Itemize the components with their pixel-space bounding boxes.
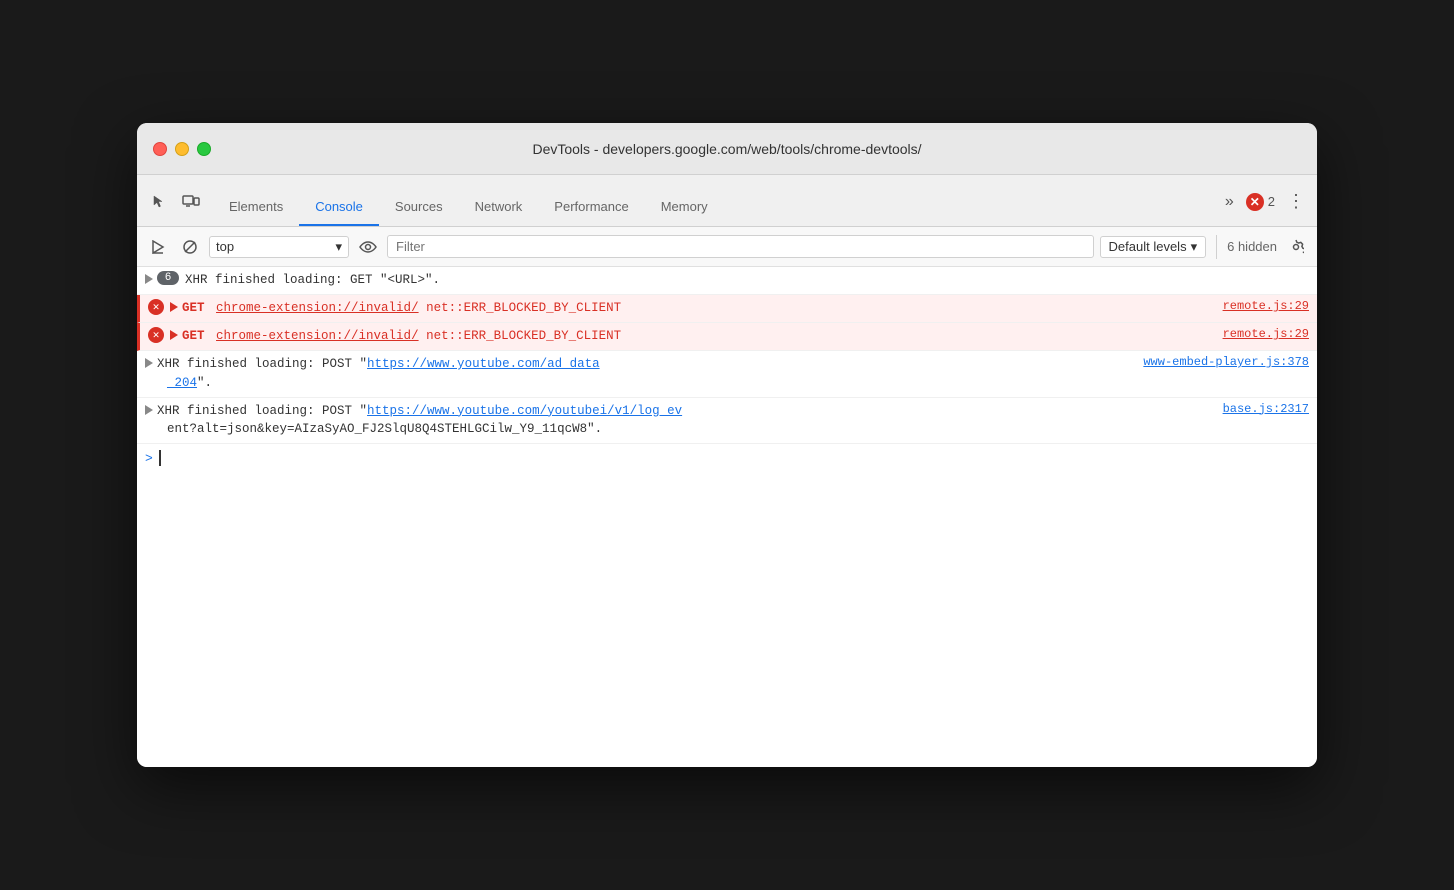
err1-method: GET: [182, 301, 205, 315]
tab-network[interactable]: Network: [459, 191, 539, 226]
clear-console-button[interactable]: [177, 234, 203, 260]
expand-arrow-err2[interactable]: [170, 330, 178, 340]
xhr3-continuation: ent?alt=json&key=AIzaSyAO_FJ2SlqU8Q4STEH…: [145, 420, 1309, 439]
traffic-lights: [153, 142, 211, 156]
err1-source[interactable]: remote.js:29: [1207, 299, 1309, 313]
err2-method: GET: [182, 329, 205, 343]
execute-script-button[interactable]: [145, 234, 171, 260]
console-cursor[interactable]: [159, 450, 161, 466]
tab-elements[interactable]: Elements: [213, 191, 299, 226]
live-expressions-button[interactable]: [355, 234, 381, 260]
tab-bar: Elements Console Sources Network Perform…: [137, 175, 1317, 227]
tab-bar-left-icons: [145, 188, 205, 226]
block-icon: [182, 239, 198, 255]
device-toolbar-button[interactable]: [177, 188, 205, 216]
xhr2-source[interactable]: www-embed-player.js:378: [1127, 355, 1309, 369]
more-tabs-button[interactable]: »: [1221, 189, 1238, 215]
error-icon: ✕: [1246, 193, 1264, 211]
context-selector[interactable]: top ▾: [209, 236, 349, 258]
err1-icon: ✕: [148, 299, 164, 315]
close-button[interactable]: [153, 142, 167, 156]
window-title: DevTools - developers.google.com/web/too…: [532, 141, 921, 157]
console-input-line: >: [137, 444, 1317, 472]
title-bar: DevTools - developers.google.com/web/too…: [137, 123, 1317, 175]
toolbar-divider: [1216, 235, 1217, 259]
gear-icon: [1288, 239, 1304, 255]
devtools-window: DevTools - developers.google.com/web/too…: [137, 123, 1317, 767]
tab-sources[interactable]: Sources: [379, 191, 459, 226]
log-levels-button[interactable]: Default levels ▾: [1100, 236, 1207, 258]
err1-url[interactable]: chrome-extension://invalid/: [216, 301, 419, 315]
log-entry-err2: ✕ GET chrome-extension://invalid/ net::E…: [137, 323, 1317, 351]
expand-arrow-err1[interactable]: [170, 302, 178, 312]
context-arrow: ▾: [335, 239, 342, 255]
inspect-element-button[interactable]: [145, 188, 173, 216]
tab-performance[interactable]: Performance: [538, 191, 644, 226]
minimize-button[interactable]: [175, 142, 189, 156]
console-toolbar: top ▾ Default levels ▾ 6 hidden: [137, 227, 1317, 267]
console-prompt: >: [145, 451, 153, 466]
xhr3-text: XHR finished loading: POST "https://www.…: [157, 402, 1207, 421]
cursor-icon: [151, 194, 167, 210]
expand-arrow-xhr2[interactable]: [145, 358, 153, 368]
err2-msg: net::ERR_BLOCKED_BY_CLIENT: [426, 329, 621, 343]
err2-url[interactable]: chrome-extension://invalid/: [216, 329, 419, 343]
xhr3-source[interactable]: base.js:2317: [1207, 402, 1309, 416]
expand-arrow-xhr3[interactable]: [145, 405, 153, 415]
maximize-button[interactable]: [197, 142, 211, 156]
eye-icon: [359, 240, 377, 254]
xhr2-url[interactable]: https://www.youtube.com/ad_data: [367, 357, 600, 371]
more-options-button[interactable]: ⋮: [1283, 187, 1309, 216]
xhr1-badge: 6: [157, 271, 179, 285]
xhr2-text: XHR finished loading: POST "https://www.…: [157, 355, 1127, 374]
err1-text: GET chrome-extension://invalid/ net::ERR…: [182, 299, 1207, 318]
hidden-count: 6 hidden: [1227, 239, 1277, 254]
console-settings-button[interactable]: [1283, 234, 1309, 260]
log-entry-xhr3: XHR finished loading: POST "https://www.…: [137, 398, 1317, 445]
tabs-list: Elements Console Sources Network Perform…: [213, 191, 1221, 226]
tab-memory[interactable]: Memory: [645, 191, 724, 226]
err2-icon: ✕: [148, 327, 164, 343]
xhr1-text: XHR finished loading: GET "<URL>".: [185, 271, 1309, 290]
error-count: 2: [1268, 194, 1275, 209]
play-icon: [151, 240, 165, 254]
log-entry-err1: ✕ GET chrome-extension://invalid/ net::E…: [137, 295, 1317, 323]
console-content: 6 XHR finished loading: GET "<URL>". ✕ G…: [137, 267, 1317, 767]
xhr2-continuation: _204".: [145, 374, 1309, 393]
xhr3-url[interactable]: https://www.youtube.com/youtubei/v1/log_…: [367, 404, 682, 418]
expand-arrow-xhr1[interactable]: [145, 274, 153, 284]
log-entry-xhr1: 6 XHR finished loading: GET "<URL>".: [137, 267, 1317, 295]
err2-source[interactable]: remote.js:29: [1207, 327, 1309, 341]
tab-bar-right: » ✕ 2 ⋮: [1221, 187, 1309, 226]
device-icon: [182, 194, 200, 210]
err1-msg: net::ERR_BLOCKED_BY_CLIENT: [426, 301, 621, 315]
filter-input[interactable]: [387, 235, 1094, 258]
err2-text: GET chrome-extension://invalid/ net::ERR…: [182, 327, 1207, 346]
log-entry-xhr2: XHR finished loading: POST "https://www.…: [137, 351, 1317, 398]
tab-console[interactable]: Console: [299, 191, 379, 226]
error-badge[interactable]: ✕ 2: [1246, 193, 1275, 211]
